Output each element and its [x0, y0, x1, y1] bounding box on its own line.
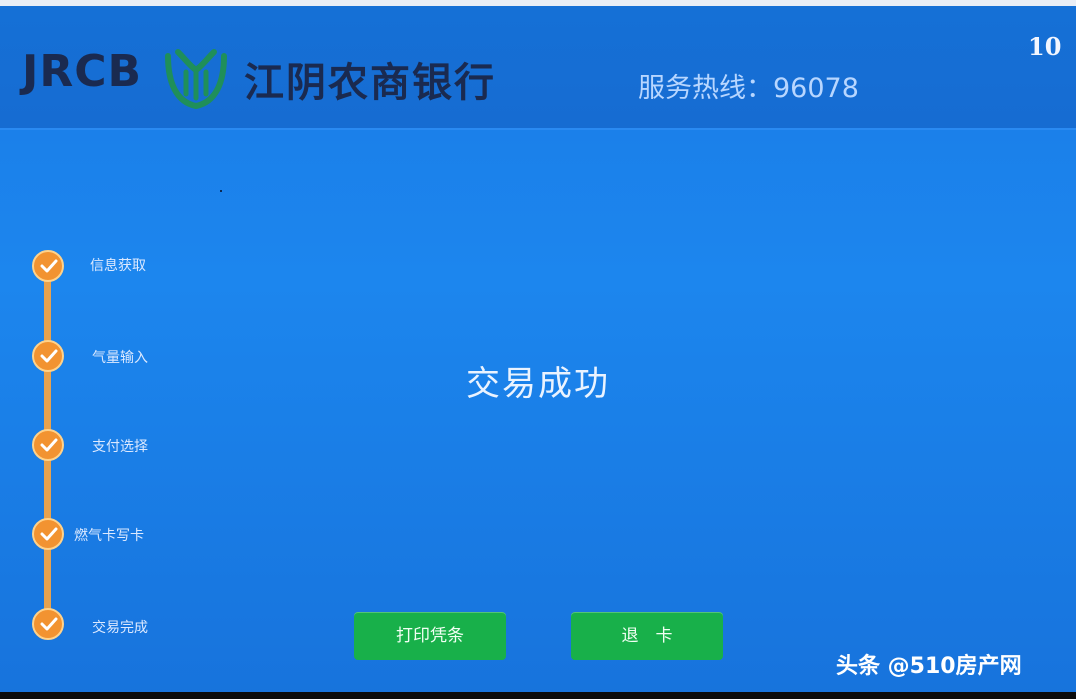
step-5-check-icon [32, 608, 64, 640]
bottom-frame-edge [0, 692, 1076, 699]
print-receipt-button[interactable]: 打印凭条 [354, 612, 506, 660]
step-3-check-icon [32, 429, 64, 461]
step-1-check-icon [32, 250, 64, 282]
countdown-timer: 10 [1028, 32, 1062, 61]
kiosk-screen: JRCB 江阴农商银行 服务热线：96078 10 信息获取 气量输入 支付选择… [0, 0, 1076, 699]
screen-speck [220, 190, 222, 192]
step-4-label: 燃气卡写卡 [74, 528, 144, 544]
bank-emblem-icon [165, 49, 227, 110]
step-3-label: 支付选择 [92, 439, 148, 455]
header-bar: JRCB 江阴农商银行 服务热线：96078 10 [0, 6, 1076, 130]
service-hotline: 服务热线：96078 [638, 73, 859, 104]
watermark: 头条 @510房产网 [836, 654, 1022, 679]
eject-card-button[interactable]: 退 卡 [571, 612, 723, 660]
transaction-status-message: 交易成功 [466, 364, 610, 404]
step-4-check-icon [32, 518, 64, 550]
step-5-label: 交易完成 [92, 620, 148, 636]
bank-name: 江阴农商银行 [244, 60, 496, 106]
brand-latin-logotype: JRCB [22, 46, 143, 97]
step-1-label: 信息获取 [90, 258, 146, 274]
